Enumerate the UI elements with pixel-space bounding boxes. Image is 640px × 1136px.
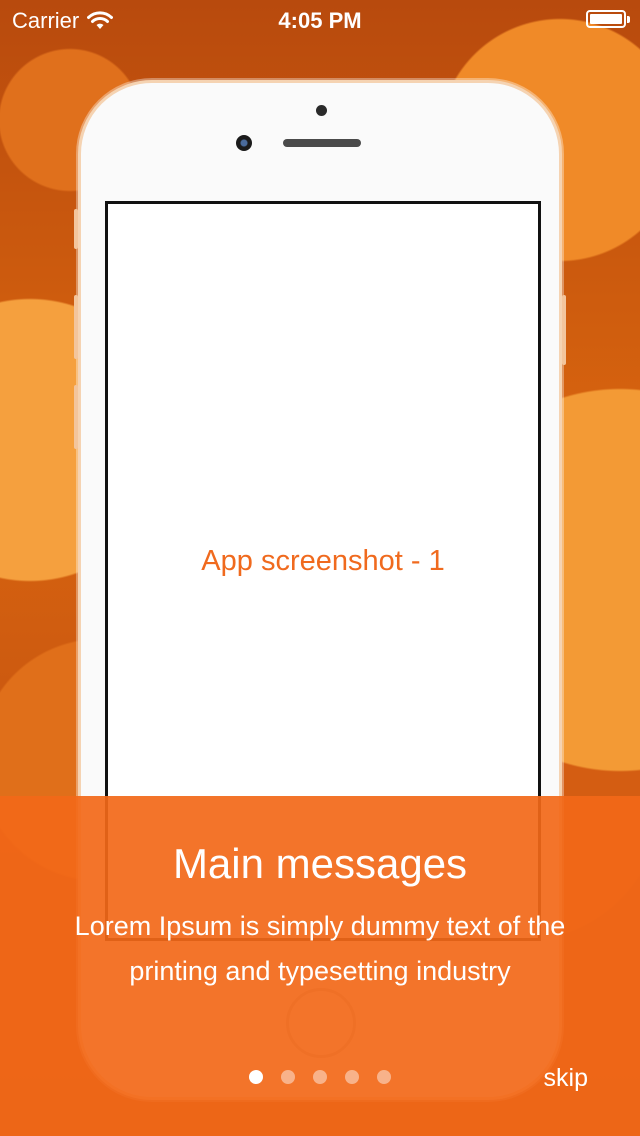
volume-down-button	[74, 385, 78, 449]
mute-switch	[74, 209, 78, 249]
message-panel: Main messages Lorem Ipsum is simply dumm…	[0, 796, 640, 1136]
volume-up-button	[74, 295, 78, 359]
screenshot-label: App screenshot - 1	[201, 544, 445, 577]
page-dot-2[interactable]	[281, 1070, 295, 1084]
battery-icon	[586, 10, 630, 30]
front-camera-icon	[236, 135, 252, 151]
skip-button[interactable]: skip	[544, 1064, 588, 1093]
page-description: Lorem Ipsum is simply dummy text of the …	[74, 911, 566, 986]
page-dot-3[interactable]	[313, 1070, 327, 1084]
status-bar: Carrier 4:05 PM	[0, 0, 640, 40]
status-time: 4:05 PM	[278, 8, 362, 33]
onboarding-screen: Carrier 4:05 PM App screenshot - 1 Main …	[0, 0, 640, 1136]
earpiece-speaker	[283, 139, 361, 147]
proximity-sensor	[316, 105, 327, 116]
page-dot-4[interactable]	[345, 1070, 359, 1084]
page-title: Main messages	[172, 840, 468, 887]
page-dot-5[interactable]	[377, 1070, 391, 1084]
page-dot-1[interactable]	[249, 1070, 263, 1084]
power-button	[562, 295, 566, 365]
